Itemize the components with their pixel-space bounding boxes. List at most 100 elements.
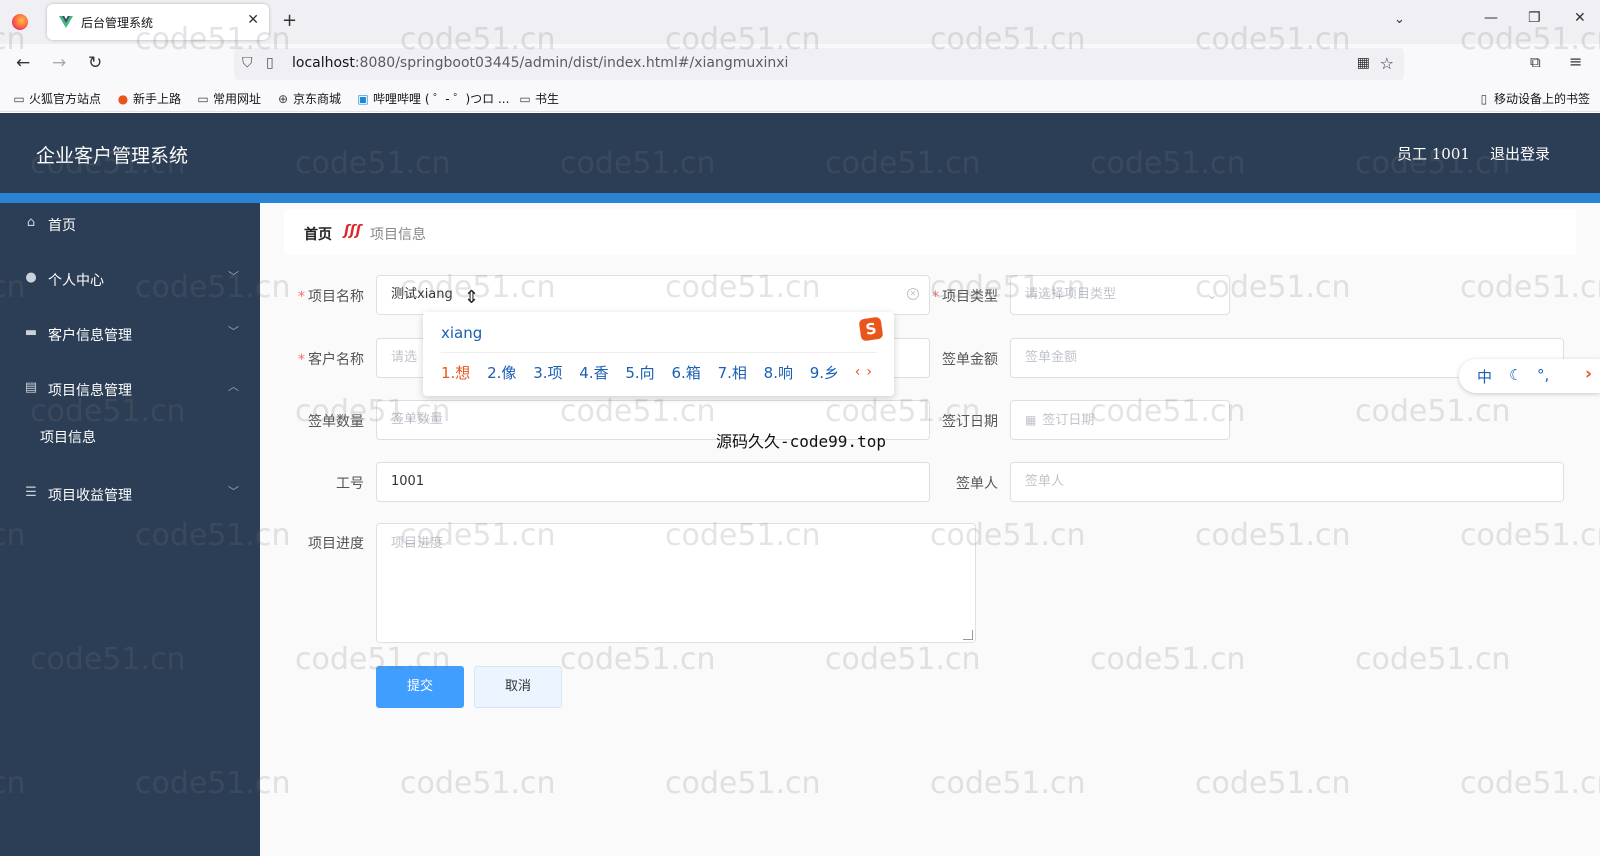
- bookmark-label: 京东商城: [293, 92, 342, 106]
- ime-candidate[interactable]: 3.项: [533, 364, 562, 382]
- ime-candidate[interactable]: 9.乡: [810, 364, 839, 382]
- punctuation-icon[interactable]: °,: [1537, 366, 1549, 384]
- browser-tab[interactable]: 后台管理系统 ✕: [47, 4, 269, 40]
- moon-icon[interactable]: ☾: [1509, 366, 1522, 384]
- ime-candidate[interactable]: 7.相: [718, 364, 747, 382]
- window-close-icon[interactable]: ✕: [1574, 10, 1586, 26]
- sidebar-item-label: 项目信息管理: [48, 383, 132, 399]
- url-text[interactable]: localhost:8080/springboot03445/admin/dis…: [292, 55, 788, 71]
- bilibili-icon: ▣: [357, 92, 369, 106]
- bookmark-item[interactable]: ▭ 常用网址: [196, 90, 261, 107]
- project-name-label: * 项目名称: [298, 289, 364, 305]
- browser-tab-bar: 后台管理系统 ✕ + ⌄ — ❐ ✕: [0, 0, 1600, 44]
- sidebar-item-customers[interactable]: ▬ 客户信息管理 ﹀: [0, 313, 260, 357]
- qr-code-icon[interactable]: ▦: [1357, 55, 1370, 71]
- progress-textarea[interactable]: 项目进度: [376, 523, 976, 643]
- minimize-icon[interactable]: —: [1484, 10, 1498, 26]
- resize-handle-icon[interactable]: [963, 630, 973, 640]
- ime-candidate[interactable]: 6.箱: [671, 364, 700, 382]
- breadcrumb-home[interactable]: 首页: [304, 224, 332, 244]
- user-icon: ●: [25, 270, 37, 285]
- ime-divider: [441, 352, 877, 353]
- bookmark-item[interactable]: ▣ 哔哩哔哩 ( ゜- ゜)つロ ...: [356, 90, 509, 107]
- ime-composition: xiang: [441, 324, 483, 342]
- bookmark-label: 火狐官方站点: [29, 92, 102, 106]
- sign-date-picker[interactable]: ▦ 签订日期: [1010, 400, 1230, 440]
- project-type-select[interactable]: 请选择项目类型 ⌄: [1010, 275, 1230, 315]
- chevron-down-icon[interactable]: ⌄: [1394, 12, 1405, 27]
- extensions-icon[interactable]: ⧉: [1530, 53, 1541, 71]
- ime-candidate[interactable]: 5.向: [625, 364, 654, 382]
- vue-icon: [59, 16, 73, 28]
- ime-candidate[interactable]: 2.像: [487, 364, 516, 382]
- ime-candidate[interactable]: 4.香: [579, 364, 608, 382]
- mobile-bookmarks[interactable]: ▯ 移动设备上的书签: [1477, 90, 1590, 107]
- ime-candidate[interactable]: 8.响: [764, 364, 793, 382]
- firefox-icon[interactable]: [12, 14, 28, 30]
- brand-title: 企业客户管理系统: [36, 145, 189, 167]
- chevron-right-icon[interactable]: ›: [1585, 364, 1592, 384]
- contract-count-label: 签单数量: [308, 414, 364, 430]
- bookmark-item[interactable]: ● 新手上路: [116, 90, 181, 107]
- star-icon[interactable]: ☆: [1380, 54, 1394, 73]
- sidebar-item-revenue[interactable]: ☰ 项目收益管理 ﹀: [0, 473, 260, 517]
- chevron-up-icon: ︿: [228, 380, 239, 393]
- breadcrumb-separator-icon: ʃʃʃ: [344, 223, 362, 239]
- signer-input[interactable]: 签单人: [1010, 462, 1564, 502]
- home-icon: ⌂: [26, 215, 36, 230]
- clipboard-icon: ▤: [24, 380, 38, 395]
- project-name-value: 测试xiang: [391, 287, 453, 302]
- mobile-bookmarks-label: 移动设备上的书签: [1493, 92, 1590, 106]
- customer-name-label: * 客户名称: [298, 352, 364, 368]
- customer-name-placeholder: 请选: [391, 350, 418, 365]
- shield-icon[interactable]: ⛉: [242, 55, 253, 71]
- list-icon: ☰: [25, 485, 37, 500]
- bookmark-label: 书生: [535, 92, 560, 106]
- close-tab-icon[interactable]: ✕: [247, 12, 259, 28]
- folder-icon: ▭: [197, 92, 209, 106]
- submit-button[interactable]: 提交: [376, 666, 464, 708]
- breadcrumb: 首页 ʃʃʃ 项目信息: [284, 209, 1576, 255]
- chevron-down-icon: ⌄: [1206, 288, 1217, 302]
- watermark-center: 源码久久-code99.top: [716, 432, 886, 451]
- sidebar-item-home[interactable]: ⌂ 首页: [0, 203, 260, 247]
- project-type-label: * 项目类型: [932, 289, 998, 305]
- folder-icon: ▭: [13, 92, 25, 106]
- restore-icon[interactable]: ❐: [1528, 10, 1541, 26]
- bookmark-item[interactable]: ⊕ 京东商城: [276, 90, 341, 107]
- cancel-button[interactable]: 取消: [474, 666, 562, 708]
- logout-button[interactable]: 退出登录: [1490, 143, 1550, 164]
- sidebar-item-projects[interactable]: ▤ 项目信息管理 ︿: [0, 368, 260, 412]
- page-icon[interactable]: ▯: [266, 55, 274, 71]
- ime-page-arrows-icon[interactable]: ‹›: [855, 364, 878, 380]
- forward-icon[interactable]: →: [52, 53, 66, 73]
- chevron-down-icon: ﹀: [228, 270, 239, 283]
- sign-date-label: 签订日期: [942, 414, 998, 430]
- sogou-logo-icon: S: [858, 316, 884, 342]
- project-name-input[interactable]: 测试xiang ✕: [376, 275, 930, 315]
- tab-title: 后台管理系统: [81, 16, 154, 30]
- contract-amount-placeholder: 签单金额: [1025, 350, 1078, 365]
- bookmark-item[interactable]: ▭ 书生: [518, 90, 559, 107]
- breadcrumb-current: 项目信息: [370, 227, 426, 243]
- ime-candidate[interactable]: 1.想: [441, 364, 470, 382]
- ime-candidates: 1.想 2.像 3.项 4.香 5.向 6.箱 7.相 8.响 9.乡: [441, 362, 851, 383]
- employee-no-input[interactable]: 1001: [376, 462, 930, 502]
- reload-icon[interactable]: ↻: [88, 53, 102, 73]
- signer-placeholder: 签单人: [1025, 474, 1065, 489]
- accent-bar: [0, 193, 1600, 203]
- ime-language-toggle[interactable]: 中: [1477, 366, 1492, 387]
- folder-icon: ▭: [519, 92, 531, 106]
- back-icon[interactable]: ←: [16, 53, 30, 73]
- url-bar[interactable]: ⛉ ▯ localhost:8080/springboot03445/admin…: [234, 48, 1404, 80]
- bookmark-item[interactable]: ▭ 火狐官方站点: [12, 90, 101, 107]
- menu-icon[interactable]: ≡: [1569, 52, 1582, 71]
- sign-date-placeholder: 签订日期: [1042, 413, 1095, 428]
- new-tab-icon[interactable]: +: [282, 10, 297, 31]
- progress-label: 项目进度: [308, 536, 364, 552]
- chevron-down-icon: ﹀: [228, 485, 239, 498]
- bookmark-label: 常用网址: [213, 92, 262, 106]
- sidebar-subitem-project-info[interactable]: 项目信息: [40, 427, 96, 447]
- sidebar-item-personal[interactable]: ● 个人中心 ﹀: [0, 258, 260, 302]
- project-type-placeholder: 请选择项目类型: [1025, 287, 1117, 302]
